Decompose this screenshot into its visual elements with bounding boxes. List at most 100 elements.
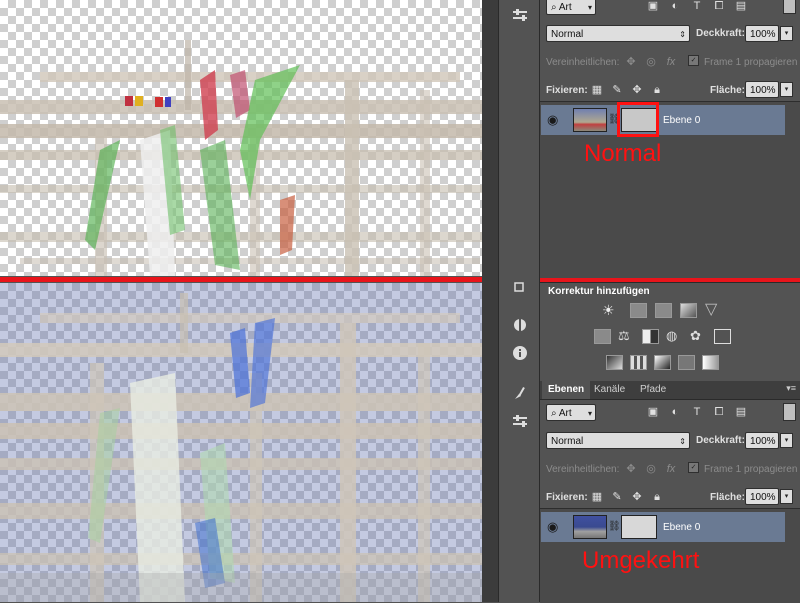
type-filter-icon[interactable]: T <box>690 0 704 13</box>
canvas-inverted-preview <box>0 283 482 602</box>
unify-visibility-icon[interactable]: ◎ <box>644 462 658 476</box>
unify-position-icon[interactable]: ✥ <box>624 55 638 69</box>
posterize-icon[interactable] <box>630 355 647 370</box>
shape-filter-icon[interactable]: ⧠ <box>712 0 726 13</box>
layer-filter-kind[interactable]: ⌕ Art ▾ <box>546 404 596 421</box>
color-lookup-icon[interactable] <box>714 329 731 344</box>
propagate-checkbox[interactable]: ✓ <box>688 462 699 473</box>
smartobject-filter-icon[interactable]: ▤ <box>734 0 748 13</box>
threshold-icon[interactable] <box>654 355 671 370</box>
panel-menu-icon[interactable]: ▾≡ <box>786 383 796 394</box>
invert-icon[interactable] <box>606 355 623 370</box>
opacity-dropdown-button[interactable]: ▾ <box>780 26 793 41</box>
brush-icon[interactable] <box>508 382 532 404</box>
lock-position-move-icon[interactable]: ✥ <box>630 490 644 504</box>
filter-kind-value: Art <box>558 408 572 419</box>
adjustments-panel: Korrektur hinzufügen ☀ ▽ ⚖ ◍ ✿ <box>540 282 800 379</box>
eye-icon[interactable]: ◉ <box>547 112 558 128</box>
adjust-icon[interactable] <box>508 314 532 336</box>
info-icon[interactable] <box>508 342 532 364</box>
tab-kanaele[interactable]: Kanäle <box>588 381 631 399</box>
adjustment-filter-icon[interactable]: ◐ <box>668 0 682 13</box>
adjustment-filter-icon[interactable]: ◐ <box>668 405 682 419</box>
exposure-icon[interactable] <box>680 303 697 318</box>
unify-label: Vereinheitlichen: <box>546 57 620 68</box>
layer-list: ◉ ⛓ Ebene 0 Normal <box>540 101 800 278</box>
propagate-checkbox[interactable]: ✓ <box>688 55 699 66</box>
fill-input[interactable]: 100% <box>745 81 779 98</box>
layer-row-ebene-0[interactable]: ◉ ⛓ Ebene 0 <box>541 512 785 542</box>
type-filter-icon[interactable]: T <box>690 405 704 419</box>
unify-label: Vereinheitlichen: <box>546 464 620 475</box>
tab-ebenen[interactable]: Ebenen <box>542 381 591 399</box>
brightness-icon[interactable]: ☀ <box>602 303 619 318</box>
layers-panel-inverted: Ebenen Kanäle Pfade ▾≡ ⌕ Art ▾ ▣ ◐ T ⧠ ▤ … <box>540 381 800 603</box>
canvas-normal-image <box>0 40 482 276</box>
link-icon[interactable]: ⛓ <box>608 521 621 532</box>
sliders-icon[interactable] <box>508 4 532 26</box>
gradient-map-icon[interactable] <box>702 355 719 370</box>
unify-style-icon[interactable]: fx <box>664 462 678 476</box>
opacity-input[interactable]: 100% <box>745 432 779 449</box>
fill-dropdown-button[interactable]: ▾ <box>780 489 793 504</box>
layer-filter-kind[interactable]: ⌕ Art ▾ <box>546 0 596 15</box>
selective-color-icon[interactable] <box>678 355 695 370</box>
lock-pixels-brush-icon[interactable]: ✎ <box>610 490 624 504</box>
fill-label: Fläche: <box>710 492 746 503</box>
lock-transparency-icon[interactable]: ▦ <box>590 490 604 504</box>
layer-name[interactable]: Ebene 0 <box>663 115 700 126</box>
photo-filter-icon[interactable]: ◍ <box>666 329 683 344</box>
adjustments-title: Korrektur hinzufügen <box>548 286 650 297</box>
propagate-label: Frame 1 propagieren <box>704 464 798 475</box>
filter-toggle[interactable] <box>783 403 796 421</box>
hue-saturation-icon[interactable] <box>594 329 611 344</box>
lock-position-move-icon[interactable]: ✥ <box>630 83 644 97</box>
color-balance-icon[interactable]: ⚖ <box>618 329 635 344</box>
lock-icon[interactable]: 🔒︎ <box>650 490 664 504</box>
eye-icon[interactable]: ◉ <box>547 519 558 535</box>
lock-pixels-brush-icon[interactable]: ✎ <box>610 83 624 97</box>
opacity-input[interactable]: 100% <box>745 25 779 42</box>
layer-thumbnail[interactable] <box>573 108 607 132</box>
levels-icon[interactable] <box>630 303 647 318</box>
curves-icon[interactable] <box>655 303 672 318</box>
black-white-icon[interactable] <box>642 329 659 344</box>
filter-toggle[interactable] <box>783 0 796 14</box>
layers-panel-normal: ⌕ Art ▾ ▣ ◐ T ⧠ ▤ Normal ⇕ Deckkraft: 100%… <box>540 0 800 278</box>
shape-filter-icon[interactable]: ⧠ <box>712 405 726 419</box>
opacity-value: 100% <box>750 29 776 40</box>
image-filter-icon[interactable]: ▣ <box>646 405 660 419</box>
opacity-dropdown-button[interactable]: ▾ <box>780 433 793 448</box>
chevron-down-icon: ▾ <box>587 3 592 12</box>
fill-input[interactable]: 100% <box>745 488 779 505</box>
fill-dropdown-button[interactable]: ▾ <box>780 82 793 97</box>
lock-label: Fixieren: <box>546 85 588 96</box>
search-icon: ⌕ <box>551 2 559 13</box>
chevron-updown-icon: ⇕ <box>679 30 686 39</box>
smartobject-filter-icon[interactable]: ▤ <box>734 405 748 419</box>
vibrance-icon[interactable]: ▽ <box>705 302 722 318</box>
blend-mode-select[interactable]: Normal ⇕ <box>546 432 690 449</box>
lock-transparency-icon[interactable]: ▦ <box>590 83 604 97</box>
sliders-icon[interactable] <box>508 410 532 432</box>
history-icon[interactable] <box>508 276 532 298</box>
layer-list: ◉ ⛓ Ebene 0 Umgekehrt <box>540 508 800 603</box>
layer-mask-thumbnail[interactable] <box>621 515 657 539</box>
unify-style-icon[interactable]: fx <box>664 55 678 69</box>
image-filter-icon[interactable]: ▣ <box>646 0 660 13</box>
lock-label: Fixieren: <box>546 492 588 503</box>
tab-pfade[interactable]: Pfade <box>634 381 672 399</box>
lock-icon[interactable]: 🔒︎ <box>650 83 664 97</box>
unify-visibility-icon[interactable]: ◎ <box>644 55 658 69</box>
unify-position-icon[interactable]: ✥ <box>624 462 638 476</box>
blend-mode-select[interactable]: Normal ⇕ <box>546 25 690 42</box>
layer-name[interactable]: Ebene 0 <box>663 522 700 533</box>
blend-mode-value: Normal <box>551 436 584 447</box>
fill-label: Fläche: <box>710 85 746 96</box>
chevron-updown-icon: ⇕ <box>679 437 686 446</box>
layer-row-ebene-0[interactable]: ◉ ⛓ Ebene 0 <box>541 105 785 135</box>
layer-thumbnail[interactable] <box>573 515 607 539</box>
channel-mixer-icon[interactable]: ✿ <box>690 329 707 344</box>
annotation-normal: Normal <box>584 140 662 167</box>
blend-mode-value: Normal <box>551 29 584 40</box>
